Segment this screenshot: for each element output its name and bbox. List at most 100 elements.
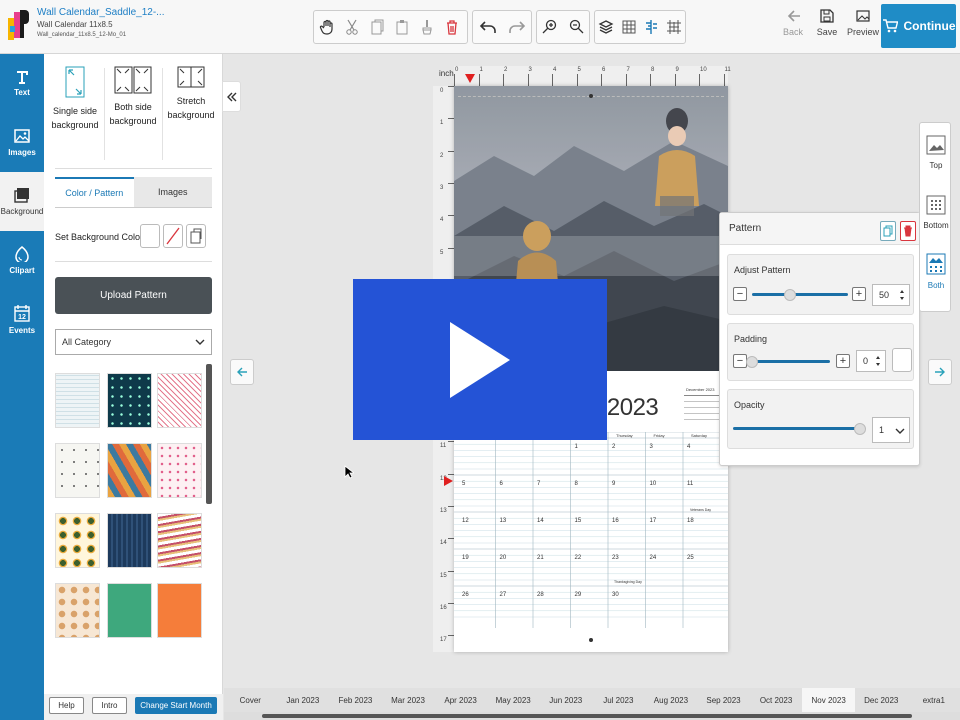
snap-grid-icon[interactable]: [663, 11, 686, 43]
calendar-day[interactable]: 4: [687, 444, 690, 450]
month-tab[interactable]: Oct 2023: [750, 688, 803, 712]
calendar-day[interactable]: 23: [612, 555, 619, 561]
prev-page-button[interactable]: [230, 359, 254, 385]
calendar-day[interactable]: 12: [462, 518, 469, 524]
opacity-slider-handle[interactable]: [854, 423, 866, 435]
pattern-item[interactable]: [55, 443, 100, 498]
pattern-item[interactable]: [157, 443, 202, 498]
change-start-month-button[interactable]: Change Start Month: [135, 697, 217, 714]
cut-icon[interactable]: [339, 11, 364, 43]
calendar-day[interactable]: 13: [500, 518, 507, 524]
calendar-day[interactable]: 17: [650, 518, 657, 524]
single-side-background-option[interactable]: Single side background: [46, 66, 104, 132]
preview-button[interactable]: Preview: [845, 8, 881, 37]
align-icon[interactable]: [640, 11, 663, 43]
resize-handle[interactable]: [589, 94, 593, 98]
delete-pattern-button[interactable]: [900, 221, 916, 241]
copy-icon[interactable]: [364, 11, 389, 43]
stretch-background-option[interactable]: Stretch background: [162, 66, 220, 122]
calendar-day[interactable]: 1: [575, 444, 578, 450]
opacity-slider[interactable]: [733, 427, 860, 430]
calendar-day[interactable]: 8: [575, 481, 578, 487]
zoom-in-icon[interactable]: [537, 11, 563, 43]
calendar-day[interactable]: 14: [537, 518, 544, 524]
adjust-pattern-input[interactable]: 50: [872, 284, 910, 306]
adjust-decrease-button[interactable]: −: [733, 287, 747, 301]
calendar-day[interactable]: 28: [537, 592, 544, 598]
back-button[interactable]: Back: [775, 8, 811, 37]
calendar-day[interactable]: 9: [612, 481, 615, 487]
upload-pattern-button[interactable]: Upload Pattern: [55, 277, 212, 314]
position-top-button[interactable]: Top: [920, 135, 952, 170]
tab-color-pattern[interactable]: Color / Pattern: [55, 177, 134, 207]
calendar-day[interactable]: 18: [687, 518, 694, 524]
pattern-item[interactable]: [55, 373, 100, 428]
month-tab[interactable]: Jan 2023: [277, 688, 330, 712]
paint-brush-icon[interactable]: [414, 11, 439, 43]
padding-increase-button[interactable]: +: [836, 354, 850, 368]
position-bottom-button[interactable]: Bottom: [920, 195, 952, 230]
pattern-item[interactable]: [157, 513, 202, 568]
calendar-day[interactable]: 24: [650, 555, 657, 561]
intro-button[interactable]: Intro: [92, 697, 127, 714]
month-tab[interactable]: Sep 2023: [697, 688, 750, 712]
calendar-day[interactable]: 29: [575, 592, 582, 598]
padding-decrease-button[interactable]: −: [733, 354, 747, 368]
padding-color-swatch[interactable]: [892, 348, 912, 372]
paste-icon[interactable]: [389, 11, 414, 43]
calendar-day[interactable]: 2: [612, 444, 615, 450]
collapse-panel-button[interactable]: [222, 81, 241, 112]
calendar-day[interactable]: 27: [500, 592, 507, 598]
adjust-pattern-slider[interactable]: [752, 293, 848, 296]
trash-icon[interactable]: [439, 11, 464, 43]
calendar-day[interactable]: 11: [687, 481, 693, 487]
tab-images[interactable]: Images: [133, 177, 212, 207]
undo-icon[interactable]: [473, 11, 502, 43]
month-tab[interactable]: May 2023: [487, 688, 540, 712]
opacity-select[interactable]: 1: [872, 417, 910, 443]
calendar-day[interactable]: 10: [650, 481, 657, 487]
grid-icon[interactable]: [618, 11, 641, 43]
save-button[interactable]: Save: [809, 8, 845, 37]
calendar-day[interactable]: 5: [462, 481, 465, 487]
ruler-marker-icon[interactable]: [465, 74, 475, 84]
calendar-day[interactable]: 25: [687, 555, 694, 561]
calendar-day[interactable]: 22: [575, 555, 582, 561]
calendar-day[interactable]: 26: [462, 592, 469, 598]
pattern-item[interactable]: [157, 373, 202, 428]
help-button[interactable]: Help: [49, 697, 84, 714]
month-scrollbar-thumb[interactable]: [262, 714, 912, 718]
position-both-button[interactable]: Both: [920, 253, 952, 290]
ruler-marker-icon[interactable]: [444, 476, 454, 486]
zoom-out-icon[interactable]: [563, 11, 589, 43]
nav-events[interactable]: 12 Events: [0, 290, 44, 349]
calendar-day[interactable]: 30: [612, 592, 619, 598]
nav-images[interactable]: Images: [0, 113, 44, 172]
calendar-day[interactable]: 3: [650, 444, 653, 450]
nav-text[interactable]: Text: [0, 54, 44, 113]
month-tab[interactable]: Cover: [224, 688, 277, 712]
nav-background[interactable]: Background: [0, 172, 44, 231]
no-color-button[interactable]: [163, 224, 183, 248]
next-page-button[interactable]: [928, 359, 952, 385]
month-tab[interactable]: Feb 2023: [329, 688, 382, 712]
event-veterans-day[interactable]: Veterans Day: [690, 508, 711, 512]
both-side-background-option[interactable]: Both side background: [104, 66, 162, 128]
nav-clipart[interactable]: Clipart: [0, 231, 44, 290]
calendar-day[interactable]: 19: [462, 555, 469, 561]
calendar-day[interactable]: 6: [500, 481, 503, 487]
redo-icon[interactable]: [502, 11, 531, 43]
pattern-item[interactable]: [107, 443, 152, 498]
month-tab[interactable]: extra1: [908, 688, 960, 712]
pattern-item[interactable]: [107, 373, 152, 428]
background-color-swatch[interactable]: [140, 224, 160, 248]
pattern-item[interactable]: [157, 583, 202, 638]
event-thanksgiving[interactable]: Thanksgiving Day: [614, 580, 642, 584]
project-title[interactable]: Wall Calendar_Saddle_12-...: [37, 7, 164, 18]
layers-icon[interactable]: [595, 11, 618, 43]
hand-icon[interactable]: [314, 11, 339, 43]
copy-pattern-button[interactable]: [880, 221, 896, 241]
month-tab[interactable]: Jun 2023: [539, 688, 592, 712]
month-scrollbar[interactable]: [224, 712, 960, 720]
adjust-increase-button[interactable]: +: [852, 287, 866, 301]
